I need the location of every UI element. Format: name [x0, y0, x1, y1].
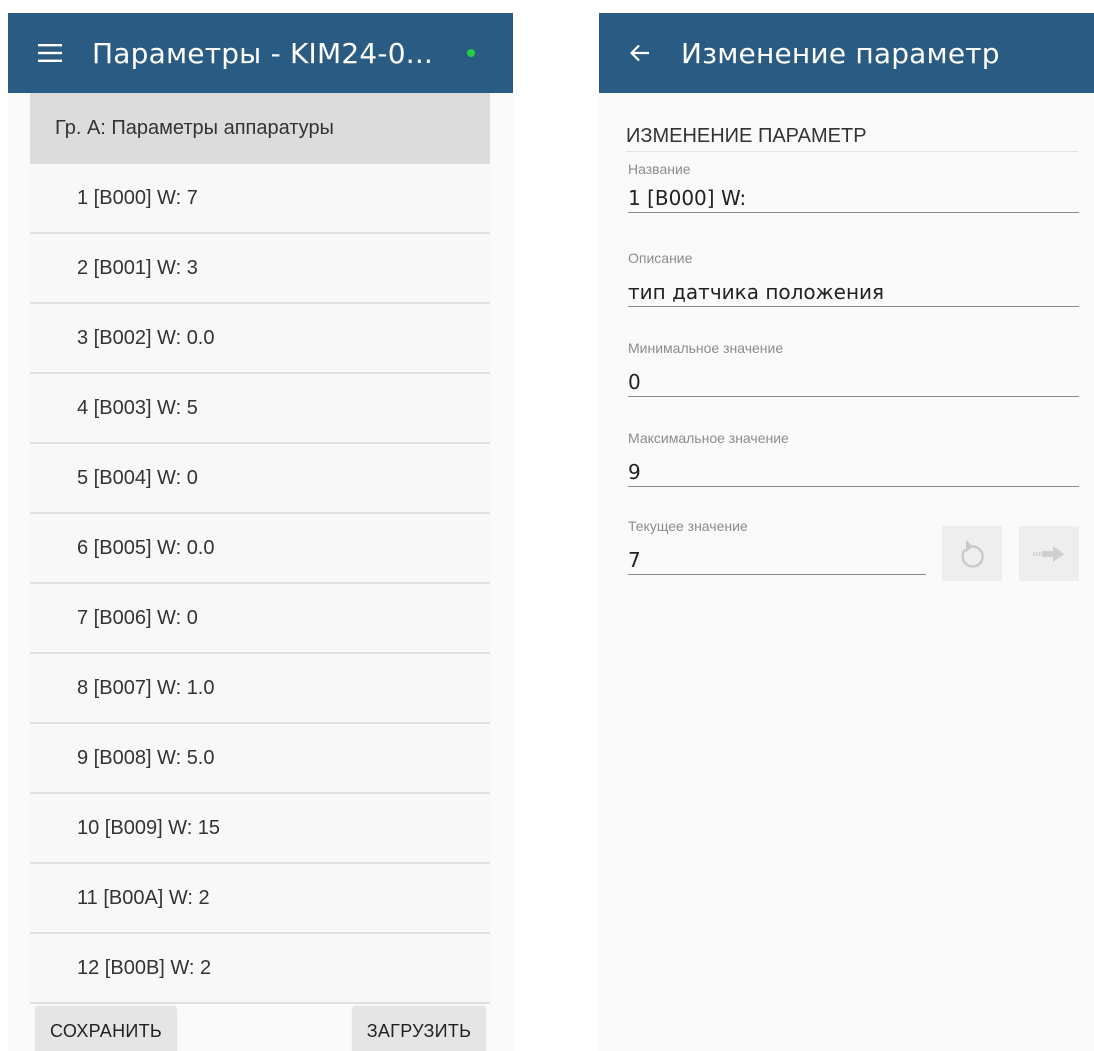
param-label: 11 [B00A] W: 2 — [77, 886, 210, 909]
param-label: 6 [B005] W: 0.0 — [77, 536, 215, 559]
param-label: 10 [B009] W: 15 — [77, 816, 221, 839]
undo-icon — [961, 539, 984, 568]
param-label: 12 [B00B] W: 2 — [77, 956, 212, 979]
list-item[interactable]: 2 [B001] W: 3 — [30, 234, 490, 304]
param-label: 8 [B007] W: 1.0 — [77, 676, 215, 699]
page-title: Изменение параметр — [681, 36, 1000, 70]
field-label: Максимальное значение — [628, 430, 789, 446]
field-label: Название — [628, 161, 691, 177]
list-item[interactable]: 6 [B005] W: 0.0 — [30, 514, 490, 584]
description-value: тип датчика положения — [628, 280, 1079, 307]
list-item[interactable]: 3 [B002] W: 0.0 — [30, 304, 490, 374]
list-item[interactable]: 9 [B008] W: 5.0 — [30, 724, 490, 794]
param-label: 3 [B002] W: 0.0 — [77, 326, 215, 349]
back-button[interactable] — [599, 13, 681, 93]
section-title: ИЗМЕНЕНИЕ ПАРАМЕТР — [626, 125, 1078, 152]
parameter-list[interactable]: 1 [B000] W: 7 2 [B001] W: 3 3 [B002] W: … — [30, 164, 490, 1011]
group-header-label: Гр. А: Параметры аппаратуры — [55, 117, 334, 139]
param-label: 5 [B004] W: 0 — [77, 466, 198, 489]
max-value: 9 — [628, 460, 1079, 487]
field-label: Описание — [628, 250, 693, 266]
save-button[interactable]: СОХРАНИТЬ — [36, 1006, 176, 1051]
edit-parameter-screen: Изменение параметр ИЗМЕНЕНИЕ ПАРАМЕТР На… — [599, 13, 1094, 1051]
list-item[interactable]: 1 [B000] W: 7 — [30, 164, 490, 234]
list-item[interactable]: 12 [B00B] W: 2 — [30, 934, 490, 1004]
app-bar: Изменение параметр — [599, 13, 1094, 93]
parameters-screen: Параметры - KIM24-0... Гр. А: Параметры … — [8, 13, 513, 1051]
list-item[interactable]: 7 [B006] W: 0 — [30, 584, 490, 654]
param-label: 7 [B006] W: 0 — [77, 606, 198, 629]
arrow-back-icon — [630, 44, 649, 62]
param-label: 9 [B008] W: 5.0 — [77, 746, 215, 769]
list-item[interactable]: 10 [B009] W: 15 — [30, 794, 490, 864]
param-label: 1 [B000] W: 7 — [77, 186, 198, 209]
list-item[interactable]: 4 [B003] W: 5 — [30, 374, 490, 444]
min-value: 0 — [628, 370, 1079, 397]
current-value-input[interactable]: 7 — [628, 548, 926, 575]
reset-value-button[interactable] — [942, 526, 1002, 581]
load-button[interactable]: ЗАГРУЗИТЬ — [353, 1006, 485, 1051]
list-item[interactable]: 5 [B004] W: 0 — [30, 444, 490, 514]
name-field: Название 1 [B000] W: — [628, 161, 1079, 213]
min-value-field: Минимальное значение 0 — [628, 340, 1079, 397]
list-item[interactable]: 8 [B007] W: 1.0 — [30, 654, 490, 724]
group-header[interactable]: Гр. А: Параметры аппаратуры — [30, 93, 490, 164]
max-value-field: Максимальное значение 9 — [628, 430, 1079, 487]
app-bar: Параметры - KIM24-0... — [8, 13, 513, 93]
name-value: 1 [B000] W: — [628, 186, 1079, 213]
page-title: Параметры - KIM24-0... — [92, 36, 434, 70]
field-label: Минимальное значение — [628, 340, 784, 356]
field-label: Текущее значение — [628, 518, 748, 534]
connection-status-indicator — [467, 49, 475, 57]
hamburger-menu-icon — [38, 44, 62, 62]
send-value-button[interactable] — [1019, 526, 1079, 581]
param-label: 2 [B001] W: 3 — [77, 256, 198, 279]
arrow-right-icon — [1033, 545, 1064, 562]
param-label: 4 [B003] W: 5 — [77, 396, 198, 419]
description-field: Описание тип датчика положения — [628, 250, 1079, 307]
list-item[interactable]: 11 [B00A] W: 2 — [30, 864, 490, 934]
current-value-field: Текущее значение 7 — [628, 518, 926, 575]
menu-button[interactable] — [8, 13, 92, 93]
